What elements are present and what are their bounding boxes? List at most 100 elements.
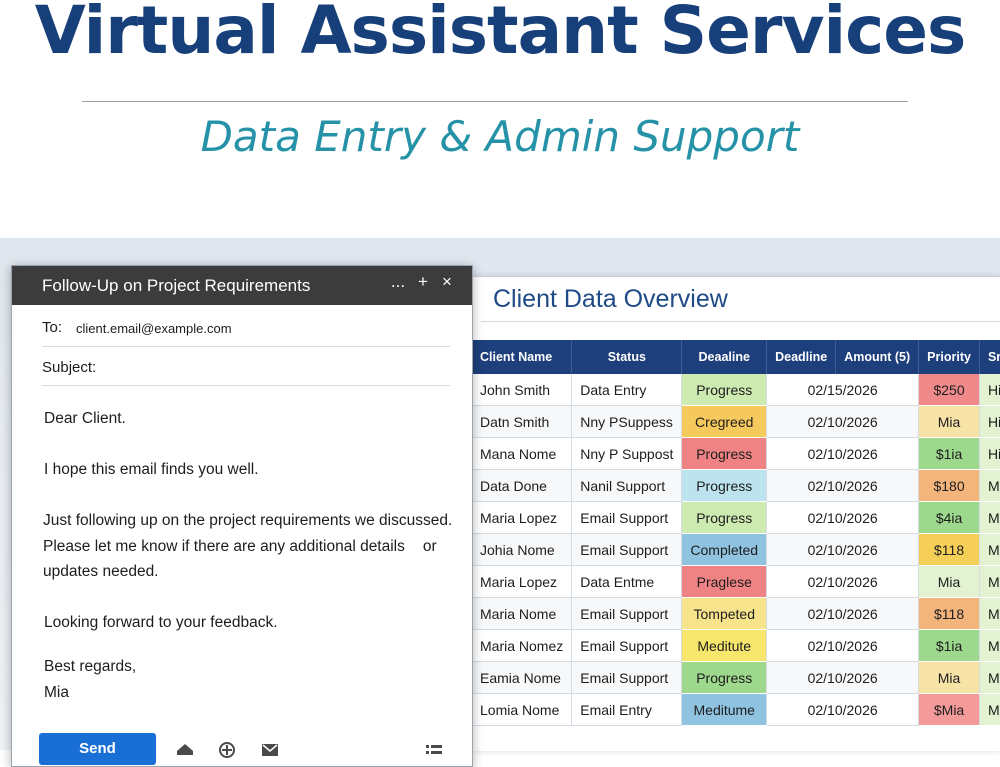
cell-priority[interactable]: Mig <box>979 661 1000 694</box>
column-header-deadline[interactable]: Deadline <box>766 340 837 374</box>
email-window-title: Follow-Up on Project Requirements <box>42 276 311 295</box>
cell-client-name[interactable]: Johia Nome <box>473 533 573 566</box>
cell-deadline[interactable]: 02/10/2026 <box>766 469 920 502</box>
cell-status[interactable]: Meditume <box>681 693 768 726</box>
cell-status[interactable]: Cregreed <box>681 405 768 438</box>
cell-service[interactable]: Email Support <box>571 661 683 694</box>
cell-amount[interactable]: $118 <box>918 533 980 566</box>
cell-priority[interactable]: Mig <box>979 693 1000 726</box>
cell-status[interactable]: Progress <box>681 469 768 502</box>
cell-priority[interactable]: Hig <box>979 374 1000 406</box>
expand-icon[interactable]: + <box>412 272 434 292</box>
cell-client-name[interactable]: Data Done <box>473 469 573 502</box>
cell-client-name[interactable]: Datn Smith <box>473 405 573 438</box>
cell-service[interactable]: Data Entry <box>571 374 683 406</box>
cell-amount[interactable]: Mia <box>918 565 980 598</box>
cell-status[interactable]: Progress <box>681 437 768 470</box>
table-row[interactable]: Data Done Nanil Support Progress 02/10/2026… <box>473 469 1000 502</box>
cell-status[interactable]: Meditute <box>681 629 768 662</box>
close-icon[interactable]: × <box>436 272 458 292</box>
cell-status[interactable]: Completed <box>681 533 768 566</box>
cell-amount[interactable]: Mia <box>918 405 980 438</box>
table-row[interactable]: Eamia Nome Email Support Progress 02/10/202… <box>473 661 1000 694</box>
cell-service[interactable]: Email Support <box>571 629 683 662</box>
to-label: To: <box>42 319 63 336</box>
column-header-srion[interactable]: Srion <box>979 340 1000 374</box>
email-paragraph-2-line-2: Please let me know if there are any addi… <box>43 534 464 560</box>
cell-deadline[interactable]: 02/10/2026 <box>766 693 920 726</box>
cell-service[interactable]: Nny P Suppost <box>571 437 683 470</box>
cell-deadline[interactable]: 02/10/2026 <box>766 565 920 598</box>
cell-amount[interactable]: Mia <box>918 661 980 694</box>
cell-service[interactable]: Email Support <box>571 501 683 534</box>
cell-priority[interactable]: Mi <box>979 597 1000 630</box>
to-value[interactable]: client.email@example.com <box>76 321 232 336</box>
send-button[interactable]: Send <box>39 733 156 765</box>
cell-amount[interactable]: $180 <box>918 469 980 502</box>
cell-deadline[interactable]: 02/10/2026 <box>766 437 920 470</box>
format-icon[interactable] <box>175 739 195 759</box>
subject-field[interactable]: Subject: <box>42 347 450 386</box>
cell-amount[interactable]: $4ia <box>918 501 980 534</box>
cell-client-name[interactable]: Eamia Nome <box>473 661 573 694</box>
cell-status[interactable]: Progress <box>681 501 768 534</box>
cell-amount[interactable]: $Mia <box>918 693 980 726</box>
cell-service[interactable]: Nanil Support <box>571 469 683 502</box>
cell-priority[interactable]: Mig <box>979 533 1000 566</box>
table-row[interactable]: John Smith Data Entry Progress 02/15/2026 $2… <box>473 374 1000 406</box>
table-row[interactable]: Johia Nome Email Support Completed 02/10/20… <box>473 533 1000 566</box>
table-row[interactable]: Maria Nomez Email Support Meditute 02/10/20… <box>473 629 1000 662</box>
cell-client-name[interactable]: John Smith <box>473 374 573 406</box>
cell-client-name[interactable]: Lomia Nome <box>473 693 573 726</box>
cell-client-name[interactable]: Maria Lopez <box>473 565 573 598</box>
cell-amount[interactable]: $1ia <box>918 437 980 470</box>
cell-priority[interactable]: Mig <box>979 565 1000 598</box>
table-row[interactable]: Maria Lopez Email Support Progress 02/10/20… <box>473 501 1000 534</box>
column-header-amount[interactable]: Amount (5) <box>835 340 920 374</box>
minimize-icon[interactable]: ... <box>387 272 409 292</box>
cell-status[interactable]: Progress <box>681 374 768 406</box>
cell-amount[interactable]: $1ia <box>918 629 980 662</box>
cell-deadline[interactable]: 02/10/2026 <box>766 629 920 662</box>
cell-priority[interactable]: Mi <box>979 629 1000 662</box>
column-header-status[interactable]: Status <box>571 340 683 374</box>
cell-service[interactable]: Data Entme <box>571 565 683 598</box>
cell-amount[interactable]: $250 <box>918 374 980 406</box>
column-header-client-name[interactable]: Client Name <box>473 340 573 374</box>
to-field[interactable]: To: client.email@example.com <box>42 312 450 347</box>
cell-priority[interactable]: Mig <box>979 469 1000 502</box>
cell-client-name[interactable]: Mana Nome <box>473 437 573 470</box>
cell-priority[interactable]: Mi <box>979 501 1000 534</box>
cell-status[interactable]: Progress <box>681 661 768 694</box>
cell-service[interactable]: Email Support <box>571 533 683 566</box>
sheet-title: Client Data Overview <box>493 285 728 313</box>
table-row[interactable]: Mana Nome Nny P Suppost Progress 02/10/2026… <box>473 437 1000 470</box>
table-row[interactable]: Maria Lopez Data Entme Praglese 02/10/2026 M… <box>473 565 1000 598</box>
column-header-deaaline[interactable]: Deaaline <box>681 340 768 374</box>
table-row[interactable]: Datn Smith Nny PSuppess Cregreed 02/10/2026… <box>473 405 1000 438</box>
cell-status[interactable]: Tompeted <box>681 597 768 630</box>
cell-client-name[interactable]: Maria Nomez <box>473 629 573 662</box>
more-icon[interactable] <box>424 739 444 759</box>
cell-amount[interactable]: $118 <box>918 597 980 630</box>
cell-client-name[interactable]: Maria Nome <box>473 597 573 630</box>
cell-deadline[interactable]: 02/10/2026 <box>766 597 920 630</box>
table-row[interactable]: Maria Nome Email Support Tompeted 02/10/202… <box>473 597 1000 630</box>
email-body[interactable]: Dear Client. I hope this email finds you… <box>43 406 464 705</box>
table-row[interactable]: Lomia Nome Email Entry Meditume 02/10/2026 $… <box>473 693 1000 726</box>
cell-status[interactable]: Praglese <box>681 565 768 598</box>
cell-deadline[interactable]: 02/10/2026 <box>766 405 920 438</box>
image-icon[interactable] <box>260 739 280 759</box>
cell-priority[interactable]: Hig <box>979 437 1000 470</box>
column-header-priority[interactable]: Priority <box>918 340 980 374</box>
cell-service[interactable]: Email Entry <box>571 693 683 726</box>
cell-service[interactable]: Email Support <box>571 597 683 630</box>
cell-deadline[interactable]: 02/15/2026 <box>766 374 920 406</box>
attach-icon[interactable] <box>217 739 237 759</box>
cell-priority[interactable]: Hig <box>979 405 1000 438</box>
cell-deadline[interactable]: 02/10/2026 <box>766 501 920 534</box>
cell-deadline[interactable]: 02/10/2026 <box>766 533 920 566</box>
cell-client-name[interactable]: Maria Lopez <box>473 501 573 534</box>
cell-service[interactable]: Nny PSuppess <box>571 405 683 438</box>
cell-deadline[interactable]: 02/10/2026 <box>766 661 920 694</box>
